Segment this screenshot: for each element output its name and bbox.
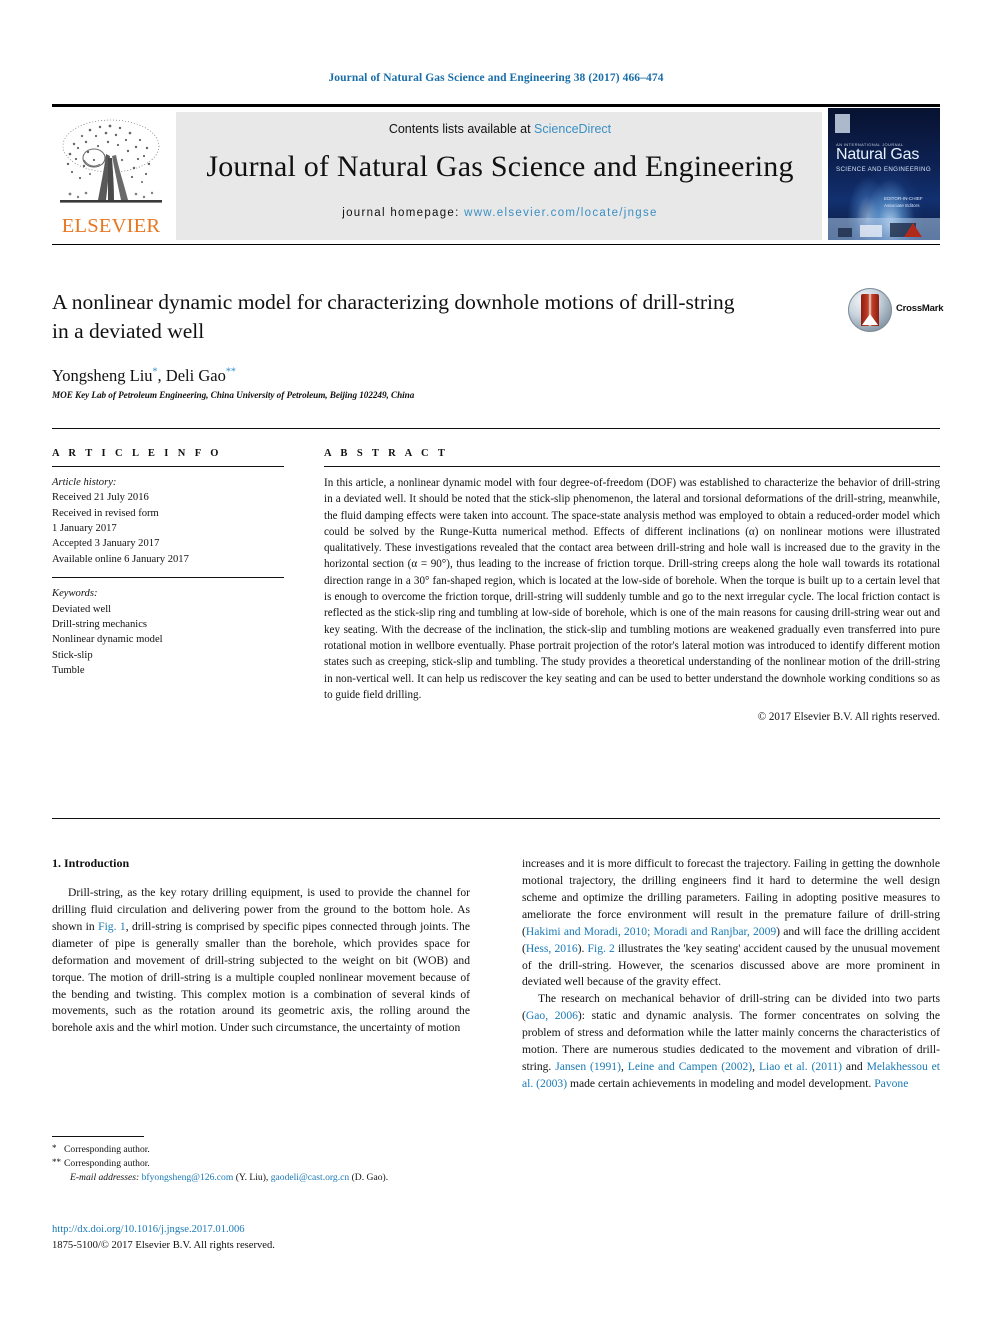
body-right-column: increases and it is more difficult to fo… — [522, 856, 940, 1093]
journal-homepage-line: journal homepage: www.elsevier.com/locat… — [177, 207, 823, 219]
footnote-marker-2: ** — [52, 1157, 61, 1168]
keyword-item: Deviated well — [52, 603, 112, 615]
citation-link-gao[interactable]: Gao, 2006 — [526, 1009, 578, 1022]
cover-elsevier-mark — [835, 114, 850, 133]
paper-page: Journal of Natural Gas Science and Engin… — [0, 0, 992, 1323]
footnote-rule — [52, 1136, 144, 1137]
cover-small-top: AN INTERNATIONAL JOURNAL — [836, 142, 904, 147]
abstract-text: In this article, a nonlinear dynamic mod… — [324, 477, 940, 701]
sep-2: , — [752, 1060, 759, 1074]
article-history-label: Article history: — [52, 477, 117, 488]
footnote-area: * Corresponding author. ** Corresponding a… — [52, 1136, 470, 1186]
abstract-column: A B S T R A C T In this article, a nonli… — [324, 448, 940, 723]
citation-link-leine-campen[interactable]: Leine and Campen (2002) — [628, 1060, 752, 1073]
right-paragraph-2: The research on mechanical behavior of d… — [522, 991, 940, 1093]
keyword-item: Stick-slip — [52, 649, 93, 661]
email-owner-2: (D. Gao). — [351, 1172, 389, 1184]
email-label: E-mail addresses: — [70, 1172, 140, 1184]
keywords-block: Keywords: Deviated well Drill-string mec… — [52, 586, 284, 678]
cover-branding: AN INTERNATIONAL JOURNAL Natural Gas SCI… — [836, 142, 934, 173]
cover-rig-shape-4 — [904, 223, 922, 237]
masthead-center-panel: Contents lists available at ScienceDirec… — [176, 112, 822, 240]
abstract-rule — [324, 466, 940, 467]
history-item: Accepted 3 January 2017 — [52, 538, 160, 550]
cover-bottom-strip — [828, 218, 940, 240]
history-item: Received 21 July 2016 — [52, 492, 149, 504]
doi-link[interactable]: http://dx.doi.org/10.1016/j.jngse.2017.0… — [52, 1222, 470, 1238]
author-names: Yongsheng Liu*, Deli Gao** — [52, 366, 236, 385]
fig1-link[interactable]: Fig. 1 — [98, 920, 126, 933]
homepage-link[interactable]: www.elsevier.com/locate/jngse — [464, 207, 658, 219]
journal-masthead: ELSEVIER Contents lists available at Sci… — [52, 104, 940, 240]
article-history-block: Article history: Received 21 July 2016 R… — [52, 475, 284, 567]
elsevier-tree-icon — [60, 119, 162, 203]
abstract-copyright: © 2017 Elsevier B.V. All rights reserved… — [757, 711, 940, 724]
article-info-heading: A R T I C L E I N F O — [52, 448, 222, 459]
homepage-prefix: journal homepage: — [342, 207, 465, 219]
cover-rig-shape-2 — [860, 225, 882, 237]
abstract-bottom-rule — [52, 818, 940, 819]
cover-brand-title: Natural Gas — [836, 146, 920, 163]
email-link-1[interactable]: bfyongsheng@126.com — [142, 1172, 234, 1183]
article-info-rule — [52, 466, 284, 467]
sep-3: and — [842, 1060, 867, 1074]
footnote-text-1: Corresponding author. — [64, 1144, 150, 1155]
article-info-column: A R T I C L E I N F O Article history: R… — [52, 448, 284, 678]
journal-cover-thumbnail: AN INTERNATIONAL JOURNAL Natural Gas SCI… — [828, 108, 940, 240]
intro-text-b: , drill-string is comprised by specific … — [52, 919, 470, 1035]
cover-brand-subtitle: SCIENCE AND ENGINEERING — [836, 165, 932, 173]
fig2-link[interactable]: Fig. 2 — [588, 942, 615, 955]
email-owner-1: (Y. Liu) — [235, 1172, 266, 1184]
keyword-item: Tumble — [52, 664, 85, 676]
footnote-text-2: Corresponding author. — [64, 1158, 150, 1170]
intro-paragraph-left: Drill-string, as the key rotary drilling… — [52, 885, 470, 1037]
title-separator-rule — [52, 244, 940, 245]
author-list: Yongsheng Liu*, Deli Gao** — [52, 366, 752, 386]
right2-text-c: made certain achievements in modeling an… — [567, 1076, 875, 1090]
right-text-c: ). — [577, 941, 588, 955]
journal-title: Journal of Natural Gas Science and Engin… — [206, 150, 794, 183]
article-info-separator — [52, 577, 284, 579]
masthead-top-rule — [52, 104, 940, 107]
citation-link-hess[interactable]: Hess, 2016 — [526, 942, 578, 955]
citation-link-pavone[interactable]: Pavone — [874, 1077, 908, 1090]
page-title: A nonlinear dynamic model for characteri… — [52, 290, 735, 343]
elsevier-wordmark: ELSEVIER — [61, 215, 161, 237]
footnote-emails: E-mail addresses: bfyongsheng@126.com (Y… — [70, 1172, 389, 1184]
contents-prefix: Contents lists available at — [388, 122, 535, 136]
right-paragraph-1: increases and it is more difficult to fo… — [522, 856, 940, 991]
section-heading-introduction: 1. Introduction — [52, 856, 130, 870]
author-affiliation: MOE Key Lab of Petroleum Engineering, Ch… — [52, 390, 415, 400]
keywords-label: Keywords: — [52, 588, 98, 600]
keyword-item: Drill-string mechanics — [52, 618, 148, 630]
sciencedirect-link[interactable]: ScienceDirect — [534, 122, 611, 136]
crossmark-label: CrossMark — [896, 303, 944, 314]
crossmark-triangle-icon — [862, 314, 878, 325]
issn-copyright-line: 1875-5100/© 2017 Elsevier B.V. All right… — [52, 1239, 275, 1251]
citation-link-hakimi-moradi[interactable]: Hakimi and Moradi, 2010; Moradi and Ranj… — [526, 925, 776, 938]
keyword-item: Nonlinear dynamic model — [52, 634, 163, 646]
contents-available-line: Contents lists available at ScienceDirec… — [177, 122, 823, 136]
elsevier-logo: ELSEVIER — [52, 112, 170, 240]
footnote-marker-1: * — [52, 1143, 57, 1153]
history-item: 1 January 2017 — [52, 523, 117, 535]
running-head: Journal of Natural Gas Science and Engin… — [328, 72, 664, 84]
info-top-rule — [52, 428, 940, 429]
footnote-corresponding-1: * Corresponding author. — [52, 1143, 470, 1157]
body-left-column: 1. Introduction Drill-string, as the key… — [52, 856, 470, 1037]
abstract-heading: A B S T R A C T — [324, 448, 449, 459]
citation-link-liao[interactable]: Liao et al. (2011) — [759, 1060, 842, 1073]
cover-rig-shape-1 — [838, 228, 852, 237]
history-item: Received in revised form — [52, 507, 159, 519]
footnote-corresponding-2: ** Corresponding author. — [52, 1157, 470, 1171]
crossmark-badge[interactable]: CrossMark — [848, 288, 944, 334]
citation-link-jansen[interactable]: Jansen (1991) — [555, 1060, 621, 1073]
cover-editors: EDITOR-IN-CHIEF Associate Editors — [884, 196, 923, 208]
footer-doi-block: http://dx.doi.org/10.1016/j.jngse.2017.0… — [52, 1222, 470, 1254]
email-link-2[interactable]: gaodeli@cast.org.cn — [271, 1172, 349, 1183]
history-item: Available online 6 January 2017 — [52, 553, 189, 565]
sep-1: , — [620, 1060, 628, 1074]
